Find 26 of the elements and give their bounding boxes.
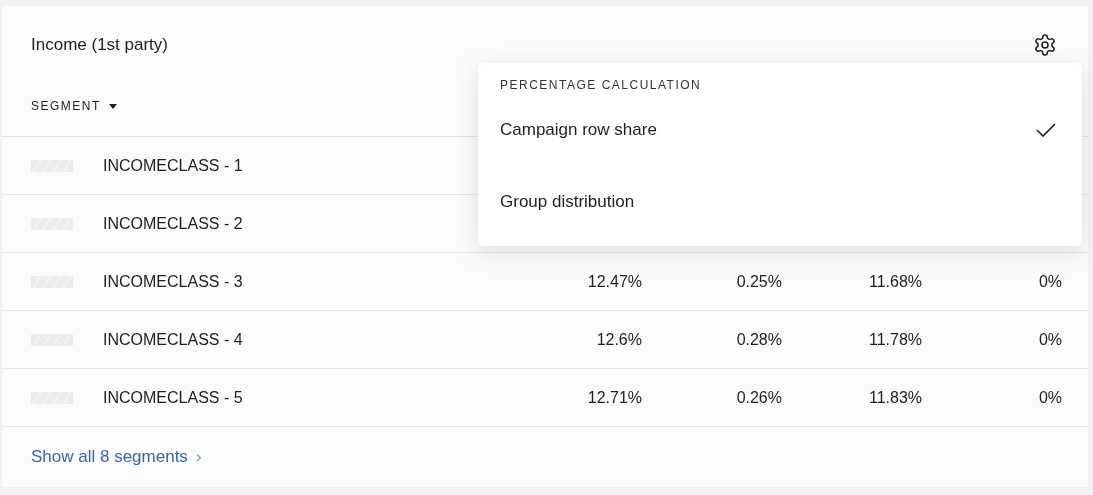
table-cell-text: 11.68% bbox=[867, 271, 922, 292]
table-cell-text: 0% bbox=[1037, 387, 1062, 408]
segment-sort-header[interactable]: SEGMENT bbox=[31, 97, 117, 115]
table-cell-text: 0.25% bbox=[735, 271, 782, 292]
table-cell-text: 12.71% bbox=[586, 387, 642, 408]
segment-name: INCOMECLASS - 4 bbox=[103, 329, 244, 350]
table-cell-text: 11.78% bbox=[867, 329, 922, 350]
show-all-link[interactable]: Show all 8 segments › bbox=[31, 444, 202, 470]
table-cell-text: 11.83% bbox=[867, 387, 922, 408]
card-title: Income (1st party) bbox=[31, 34, 168, 57]
table-cell-text: 12.6% bbox=[595, 329, 642, 350]
chevron-icon: › bbox=[195, 444, 202, 470]
menu-option[interactable]: Group distribution bbox=[478, 166, 1082, 238]
settings-icon[interactable] bbox=[1032, 32, 1058, 58]
menu-option[interactable]: Campaign row share bbox=[478, 94, 1082, 166]
caret-icon bbox=[108, 103, 117, 109]
table-cell-text: 12.47% bbox=[586, 271, 642, 292]
table-cell-text: 0% bbox=[1037, 271, 1062, 292]
table-cell-text: 0.28% bbox=[735, 329, 782, 350]
segment-name: INCOMECLASS - 3 bbox=[103, 271, 244, 292]
segment-name: INCOMECLASS - 1 bbox=[103, 155, 244, 176]
segment-name: INCOMECLASS - 2 bbox=[103, 213, 244, 234]
menu-header: PERCENTAGE CALCULATION bbox=[499, 77, 703, 94]
table-cell-text: 0% bbox=[1037, 329, 1062, 350]
segment-name: INCOMECLASS - 5 bbox=[103, 387, 244, 408]
table-cell-text: 0.26% bbox=[735, 387, 782, 408]
